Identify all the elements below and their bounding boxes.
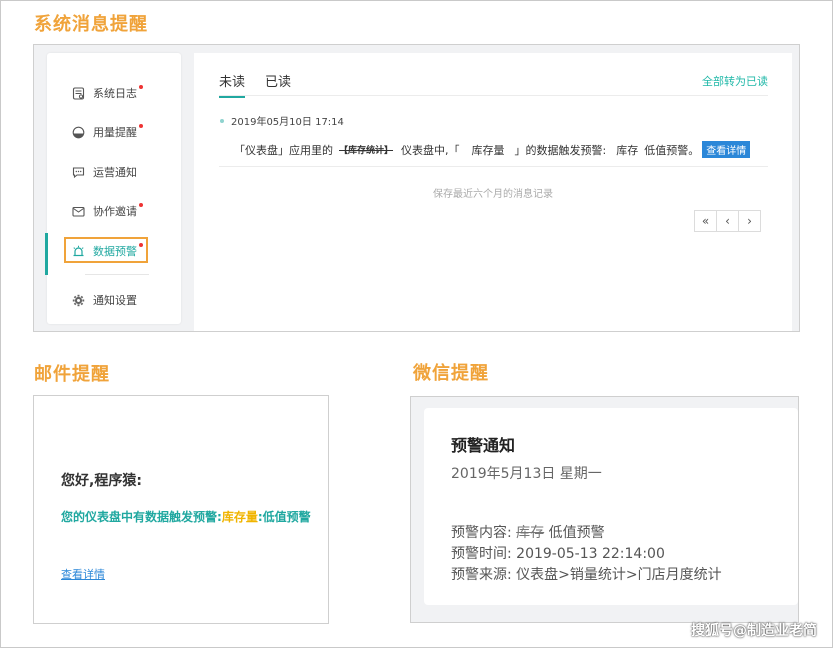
sidebar-item-ops-notice[interactable]: 运营通知 (47, 156, 181, 188)
log-icon (71, 86, 85, 100)
message-content: 未读 已读 全部转为已读 2019年05月10日 17:14 「仪表盘」应用里的… (194, 53, 792, 331)
message-part: 「仪表盘」应用里的 (234, 143, 333, 157)
wechat-preview-panel: 预警通知 2019年5月13日 星期一 预警内容: 库存 低值预警 预警时间: … (410, 396, 799, 623)
tabs-divider (219, 95, 768, 96)
message-divider (219, 166, 768, 167)
pagination: « ‹ › (694, 210, 761, 232)
sidebar-item-label: 运营通知 (93, 166, 137, 179)
unread-dot (139, 124, 143, 128)
mail-section-title: 邮件提醒 (34, 364, 110, 385)
email-preview-panel: 您好,程序猿: 您的仪表盘中有数据触发预警:库存量:低值预警 查看详情 (33, 395, 329, 624)
mark-all-read-link[interactable]: 全部转为已读 (702, 73, 768, 89)
timestamp-text: 2019年05月10日 17:14 (231, 117, 344, 128)
next-page-button[interactable]: › (738, 210, 761, 232)
message-part: 仪表盘中,「 (401, 143, 460, 157)
highlight-box (64, 237, 148, 263)
row-value: 低值预警 (548, 525, 605, 541)
message-part: 低值预警。 (644, 143, 700, 157)
wechat-content-row: 预警内容: 库存 低值预警 (451, 522, 605, 542)
sidebar-item-usage-reminder[interactable]: 用量提醒 (47, 116, 181, 148)
message-tabs: 未读 已读 (219, 71, 291, 98)
sidebar-item-label: 系统日志 (93, 87, 137, 100)
view-details-button[interactable]: 查看详情 (702, 141, 751, 158)
system-section-title: 系统消息提醒 (34, 14, 148, 35)
sidebar-item-data-alert[interactable]: 数据预警 (47, 235, 181, 267)
sidebar-item-system-log[interactable]: 系统日志 (47, 77, 181, 109)
row-label: 预警来源: (451, 567, 512, 583)
message-strike: 【库存统计】 (339, 146, 394, 156)
first-page-button[interactable]: « (694, 210, 717, 232)
sidebar-item-label: 用量提醒 (93, 126, 137, 139)
sidebar-item-notify-settings[interactable]: 通知设置 (47, 284, 181, 316)
mail-icon (71, 204, 85, 218)
mail-greeting: 您好,程序猿: (61, 473, 142, 489)
unread-dot (139, 85, 143, 89)
sidebar-item-collab-invite[interactable]: 协作邀请 (47, 195, 181, 227)
message-body: 「仪表盘」应用里的 【库存统计】 仪表盘中,「 库存量 」的数据触发预警: 库存… (234, 141, 751, 158)
mail-alert-line: 您的仪表盘中有数据触发预警:库存量:低值预警 (61, 508, 311, 525)
row-strike: 库存 (516, 525, 545, 541)
chat-icon (71, 165, 85, 179)
sidebar-divider (85, 274, 149, 275)
wechat-card: 预警通知 2019年5月13日 星期一 预警内容: 库存 低值预警 预警时间: … (424, 408, 798, 605)
system-messages-panel: 系统日志 用量提醒 运营通知 协作邀请 数据预警 通知设置 未读 已读 全部转为… (33, 44, 800, 332)
message-part: 库存 (616, 143, 639, 157)
row-value: 2019-05-13 22:14:00 (516, 546, 665, 562)
mail-view-details-link[interactable]: 查看详情 (61, 566, 105, 582)
retention-note: 保存最近六个月的消息记录 (433, 189, 553, 200)
sidebar: 系统日志 用量提醒 运营通知 协作邀请 数据预警 通知设置 (45, 53, 181, 324)
tab-read[interactable]: 已读 (265, 71, 291, 98)
watermark: 搜狐号@制造业老简 (691, 623, 817, 639)
time-bullet (220, 118, 224, 123)
row-value: 仪表盘>销量统计>门店月度统计 (516, 567, 722, 583)
unread-dot (139, 243, 143, 247)
mail-keyword: 库存量 (221, 510, 258, 524)
message-timestamp: 2019年05月10日 17:14 (220, 113, 344, 128)
row-label: 预警内容: (451, 525, 512, 541)
wechat-time-row: 预警时间: 2019-05-13 22:14:00 (451, 543, 665, 563)
sidebar-item-label: 协作邀请 (93, 205, 137, 218)
wechat-section-title: 微信提醒 (413, 363, 489, 384)
tab-unread[interactable]: 未读 (219, 71, 246, 98)
wechat-date: 2019年5月13日 星期一 (451, 466, 602, 482)
prev-page-button[interactable]: ‹ (716, 210, 739, 232)
gear-icon (71, 293, 85, 307)
message-part: 」的数据触发预警: (514, 143, 607, 157)
unread-dot (139, 203, 143, 207)
usage-icon (71, 125, 85, 139)
mail-suffix: :低值预警 (257, 510, 311, 524)
row-label: 预警时间: (451, 546, 512, 562)
mail-prefix: 您的仪表盘中有数据触发预警: (61, 510, 222, 524)
wechat-title: 预警通知 (451, 436, 516, 455)
message-keyword: 库存量 (471, 143, 505, 157)
sidebar-item-label: 通知设置 (93, 294, 137, 307)
wechat-source-row: 预警来源: 仪表盘>销量统计>门店月度统计 (451, 564, 722, 584)
